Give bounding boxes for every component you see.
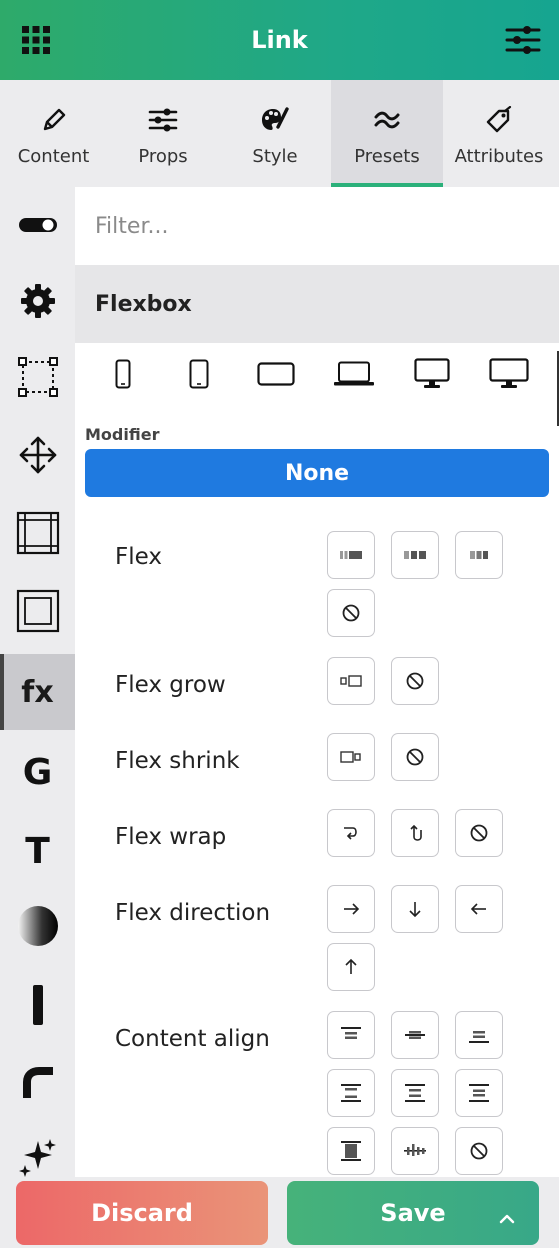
sidebar: fx G T [0,187,75,1177]
sidebar-item-padding[interactable] [0,575,75,651]
fx-icon: fx [21,674,54,710]
tab-label: Style [252,146,298,167]
discard-button[interactable]: Discard [16,1181,268,1245]
filter-input[interactable] [75,187,559,265]
align-between-icon[interactable] [327,1069,375,1117]
prop-label: Flex [115,544,162,570]
frame-icon [16,511,60,560]
none-icon[interactable] [455,809,503,857]
pencil-icon [41,106,67,134]
save-button[interactable]: Save [287,1181,539,1245]
sidebar-item-fx[interactable]: fx [0,654,75,730]
corner-radius-icon [21,1066,55,1105]
arrow-down-icon[interactable] [391,885,439,933]
tablet-icon[interactable] [183,351,215,397]
none-icon[interactable] [391,733,439,781]
desktop-icon[interactable] [411,351,453,397]
sidebar-item-move[interactable] [0,419,75,495]
sliders-icon [148,106,178,134]
gradient-circle-icon [17,905,59,952]
device-selector [75,343,559,426]
flex-1-icon[interactable] [327,531,375,579]
toggle-icon [18,216,58,239]
align-start-icon[interactable] [327,1011,375,1059]
arrow-up-icon[interactable] [327,943,375,991]
sliders-icon[interactable] [503,20,543,60]
g-icon: G [22,751,53,793]
chevron-up-icon[interactable] [499,1203,515,1231]
sidebar-item-toggle[interactable] [0,189,75,265]
move-arrows-icon [18,435,58,480]
tab-label: Content [17,146,90,167]
tab-props[interactable]: Props [107,80,219,187]
gear-icon [20,283,56,324]
laptop-icon[interactable] [333,351,375,397]
prop-label: Flex wrap [115,824,227,850]
align-evenly-icon[interactable] [455,1069,503,1117]
tab-style[interactable]: Style [219,80,331,187]
tag-icon [485,106,513,134]
wide-desktop-icon[interactable] [487,351,531,397]
tablet-landscape-icon[interactable] [255,351,297,397]
prop-label: Content align [115,1026,270,1052]
palette-icon [261,106,289,134]
flex-auto-icon[interactable] [391,531,439,579]
none-icon[interactable] [391,657,439,705]
align-stretch-icon[interactable] [327,1127,375,1175]
tab-content[interactable]: Content [0,80,107,187]
phone-icon[interactable] [107,351,139,397]
app-header: Link [0,0,559,80]
sidebar-item-t[interactable]: T [0,813,75,889]
grow-icon[interactable] [327,657,375,705]
action-bar: Discard Save [0,1177,559,1248]
sidebar-item-effects[interactable] [0,1121,75,1177]
wave-icon [373,106,401,134]
tab-label: Presets [354,146,420,167]
grid-icon[interactable] [16,20,56,60]
modifier-select[interactable]: None [85,449,549,497]
arrow-right-icon[interactable] [327,885,375,933]
tab-bar: Content Props Style Presets Attributes [0,80,559,187]
sparkle-icon [18,1137,58,1178]
inner-square-icon [16,589,60,638]
presets-panel: Flexbox Modifier None Flex [75,187,559,1177]
wrap-icon[interactable] [327,809,375,857]
tab-presets[interactable]: Presets [331,80,443,187]
tab-label: Attributes [454,146,544,167]
sidebar-item-frame[interactable] [0,497,75,573]
prop-label: Flex direction [115,900,271,926]
align-end-icon[interactable] [455,1011,503,1059]
tab-label: Props [138,146,188,167]
flex-initial-icon[interactable] [455,531,503,579]
page-title: Link [251,26,308,54]
tab-attributes[interactable]: Attributes [443,80,555,187]
section-header[interactable]: Flexbox [75,265,559,343]
sidebar-item-selection[interactable] [0,341,75,417]
sidebar-item-g[interactable]: G [0,734,75,810]
wrap-reverse-icon[interactable] [391,809,439,857]
sidebar-item-radius[interactable] [0,1047,75,1123]
arrow-left-icon[interactable] [455,885,503,933]
selection-box-icon [17,356,58,402]
sidebar-item-gradient[interactable] [0,890,75,966]
align-around-icon[interactable] [391,1069,439,1117]
align-baseline-icon[interactable] [391,1127,439,1175]
t-icon: T [25,830,50,872]
prop-label: Flex grow [115,672,226,698]
align-center-icon[interactable] [391,1011,439,1059]
sidebar-item-border[interactable] [0,969,75,1045]
shrink-icon[interactable] [327,733,375,781]
sidebar-item-settings[interactable] [0,265,75,341]
save-label: Save [380,1199,446,1227]
none-icon[interactable] [327,589,375,637]
section-title: Flexbox [95,291,192,317]
border-line-icon [31,983,45,1032]
modifier-label: Modifier [85,425,160,444]
none-icon[interactable] [455,1127,503,1175]
prop-label: Flex shrink [115,748,240,774]
